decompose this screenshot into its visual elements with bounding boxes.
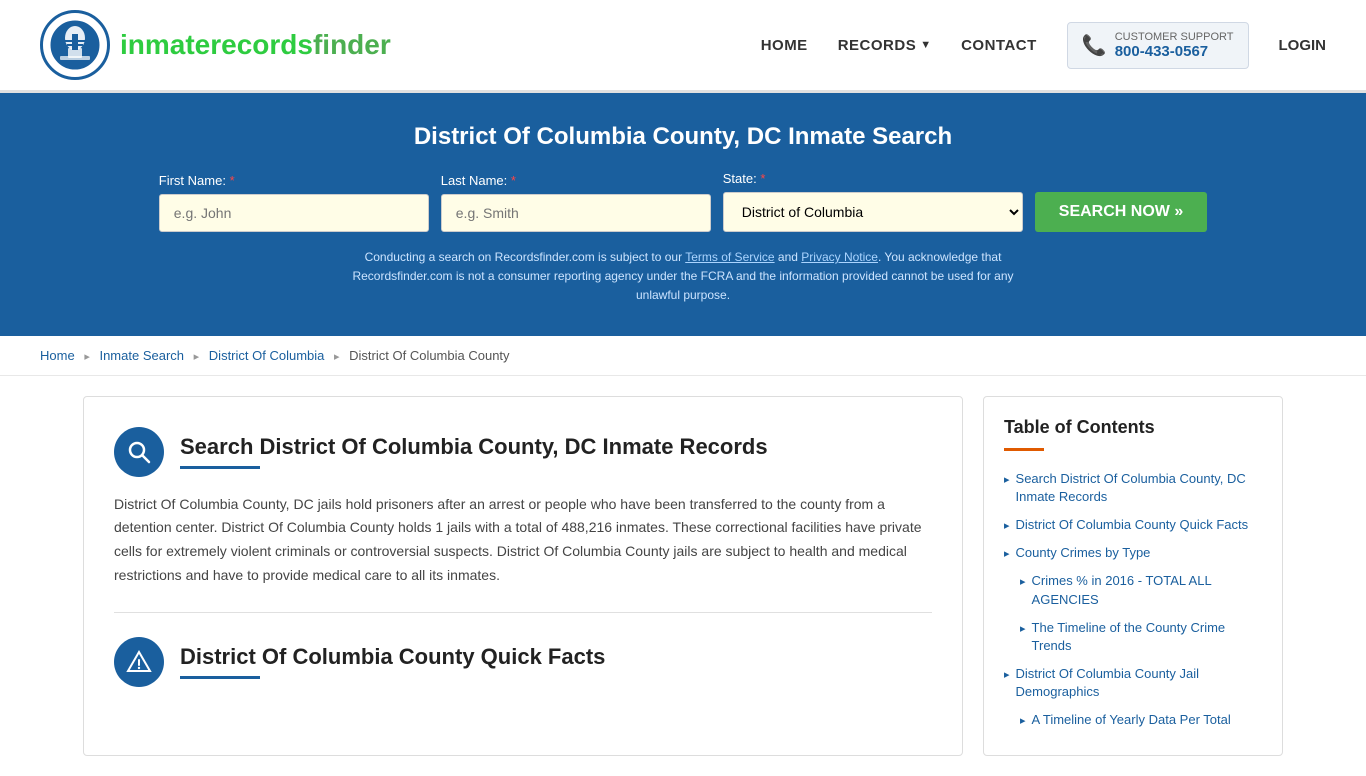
support-info: CUSTOMER SUPPORT 800-433-0567 — [1115, 31, 1234, 60]
toc-item-7[interactable]: ▸ A Timeline of Yearly Data Per Total — [1004, 706, 1262, 734]
first-name-label: First Name: * — [159, 173, 235, 188]
toc-item-6[interactable]: ▸ District Of Columbia County Jail Demog… — [1004, 660, 1262, 706]
section1-underline — [180, 466, 260, 469]
search-section-icon — [114, 427, 164, 477]
section1-header: Search District Of Columbia County, DC I… — [114, 427, 932, 477]
toc-item-text-7: A Timeline of Yearly Data Per Total — [1032, 711, 1231, 729]
toc-item-4[interactable]: ▸ Crimes % in 2016 - TOTAL ALL AGENCIES — [1004, 567, 1262, 613]
toc-item-2[interactable]: ▸ District Of Columbia County Quick Fact… — [1004, 511, 1262, 539]
last-name-label: Last Name: * — [441, 173, 516, 188]
toc-item-text-3: County Crimes by Type — [1016, 544, 1151, 562]
nav-login[interactable]: LOGIN — [1279, 37, 1327, 54]
hero-section: District Of Columbia County, DC Inmate S… — [0, 93, 1366, 336]
support-box[interactable]: 📞 CUSTOMER SUPPORT 800-433-0567 — [1067, 22, 1249, 69]
sidebar: Table of Contents ▸ Search District Of C… — [983, 396, 1283, 756]
hero-title: District Of Columbia County, DC Inmate S… — [40, 123, 1326, 151]
toc-chevron-5: ▸ — [1020, 622, 1026, 635]
section2-title-block: District Of Columbia County Quick Facts — [180, 644, 605, 679]
logo-area: inmaterecordsfinder — [40, 10, 391, 80]
breadcrumb-home[interactable]: Home — [40, 348, 75, 363]
toc-chevron-1: ▸ — [1004, 473, 1010, 486]
logo-text: inmaterecordsfinder — [120, 29, 391, 61]
section1-body: District Of Columbia County, DC jails ho… — [114, 493, 932, 588]
toc-box: Table of Contents ▸ Search District Of C… — [983, 396, 1283, 756]
breadcrumb-sep-3: ▸ — [334, 351, 340, 363]
toc-item-5[interactable]: ▸ The Timeline of the County Crime Trend… — [1004, 614, 1262, 660]
state-label: State: * — [723, 171, 766, 186]
search-button[interactable]: SEARCH NOW » — [1035, 192, 1207, 232]
privacy-link[interactable]: Privacy Notice — [801, 250, 878, 264]
toc-chevron-6: ▸ — [1004, 668, 1010, 681]
toc-chevron-4: ▸ — [1020, 575, 1026, 588]
breadcrumb-sep-2: ▸ — [194, 351, 200, 363]
section1-title-block: Search District Of Columbia County, DC I… — [180, 434, 768, 469]
toc-chevron-7: ▸ — [1020, 714, 1026, 727]
main-nav: HOME RECORDS ▼ CONTACT 📞 CUSTOMER SUPPOR… — [761, 22, 1326, 69]
toc-chevron-3: ▸ — [1004, 547, 1010, 560]
phone-icon: 📞 — [1082, 33, 1107, 58]
toc-item-text-5: The Timeline of the County Crime Trends — [1032, 619, 1262, 655]
support-phone: 800-433-0567 — [1115, 43, 1234, 60]
section1-title: Search District Of Columbia County, DC I… — [180, 434, 768, 460]
breadcrumb-sep-1: ▸ — [84, 351, 90, 363]
nav-records[interactable]: RECORDS — [838, 37, 917, 54]
breadcrumb-current: District Of Columbia County — [349, 348, 509, 363]
breadcrumb-district-of-columbia[interactable]: District Of Columbia — [209, 348, 325, 363]
toc-chevron-2: ▸ — [1004, 519, 1010, 532]
toc-item-text-6: District Of Columbia County Jail Demogra… — [1016, 665, 1262, 701]
state-group: State: * AlabamaAlaskaArizonaArkansasCal… — [723, 171, 1023, 232]
state-select[interactable]: AlabamaAlaskaArizonaArkansasCaliforniaCo… — [723, 192, 1023, 232]
nav-records-chevron: ▼ — [920, 39, 931, 51]
last-name-group: Last Name: * — [441, 173, 711, 232]
last-name-input[interactable] — [441, 194, 711, 232]
breadcrumb-inmate-search[interactable]: Inmate Search — [99, 348, 184, 363]
section2-title: District Of Columbia County Quick Facts — [180, 644, 605, 670]
first-name-required: * — [230, 173, 235, 188]
main-layout: Search District Of Columbia County, DC I… — [43, 396, 1323, 756]
first-name-input[interactable] — [159, 194, 429, 232]
toc-title: Table of Contents — [1004, 417, 1262, 438]
hero-disclaimer: Conducting a search on Recordsfinder.com… — [333, 248, 1033, 306]
section2-underline — [180, 676, 260, 679]
search-form: First Name: * Last Name: * State: * Alab… — [40, 171, 1326, 232]
last-name-required: * — [511, 173, 516, 188]
first-name-group: First Name: * — [159, 173, 429, 232]
toc-item-text-1: Search District Of Columbia County, DC I… — [1016, 470, 1262, 506]
nav-home[interactable]: HOME — [761, 37, 808, 54]
logo-icon — [40, 10, 110, 80]
content-area: Search District Of Columbia County, DC I… — [83, 396, 963, 756]
breadcrumb: Home ▸ Inmate Search ▸ District Of Colum… — [0, 336, 1366, 376]
toc-item-text-4: Crimes % in 2016 - TOTAL ALL AGENCIES — [1032, 572, 1262, 608]
state-required: * — [760, 171, 765, 186]
toc-divider — [1004, 448, 1044, 451]
quick-facts-section-icon — [114, 637, 164, 687]
nav-records-wrapper: RECORDS ▼ — [838, 37, 931, 54]
section-divider — [114, 612, 932, 613]
terms-link[interactable]: Terms of Service — [685, 250, 774, 264]
site-header: inmaterecordsfinder HOME RECORDS ▼ CONTA… — [0, 0, 1366, 93]
toc-item-1[interactable]: ▸ Search District Of Columbia County, DC… — [1004, 465, 1262, 511]
toc-item-text-2: District Of Columbia County Quick Facts — [1016, 516, 1249, 534]
toc-item-3[interactable]: ▸ County Crimes by Type — [1004, 539, 1262, 567]
support-label: CUSTOMER SUPPORT — [1115, 31, 1234, 43]
nav-contact[interactable]: CONTACT — [961, 37, 1037, 54]
section2-header: District Of Columbia County Quick Facts — [114, 637, 932, 687]
